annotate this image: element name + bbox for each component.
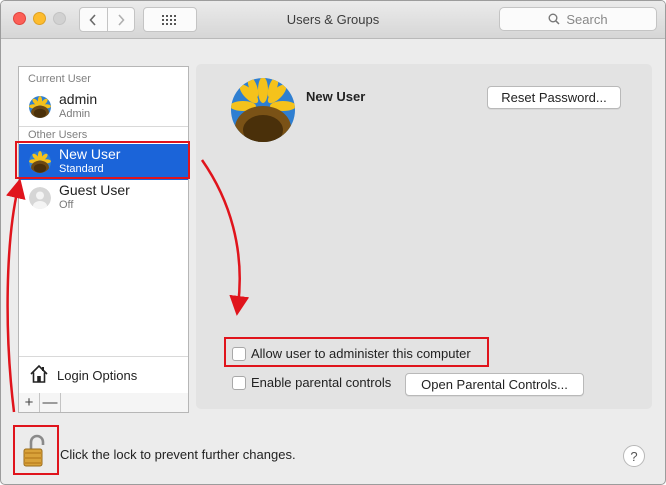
- add-user-button[interactable]: +: [19, 393, 40, 412]
- login-options-label: Login Options: [57, 368, 138, 383]
- title-bar: Users & Groups Search: [1, 1, 665, 39]
- section-divider: [19, 126, 188, 127]
- search-placeholder: Search: [566, 11, 608, 27]
- user-name: admin: [59, 91, 98, 107]
- parental-controls-checkbox[interactable]: [232, 375, 246, 390]
- allow-admin-label: Allow user to administer this computer: [251, 346, 471, 361]
- login-options-item[interactable]: Login Options: [19, 357, 188, 393]
- search-field[interactable]: Search: [499, 7, 657, 31]
- user-name: New User: [59, 146, 121, 162]
- add-remove-bar: + —: [18, 393, 189, 413]
- sunflower-avatar: [29, 151, 51, 173]
- users-list: Current User admin Admin Other Users New…: [18, 66, 189, 395]
- user-role: Admin: [59, 108, 91, 120]
- reset-password-button[interactable]: Reset Password...: [487, 86, 621, 109]
- user-row-admin[interactable]: admin Admin: [19, 89, 188, 125]
- other-users-label: Other Users: [28, 129, 88, 141]
- help-button[interactable]: ?: [623, 445, 645, 467]
- user-row-guest[interactable]: Guest User Off: [19, 180, 188, 216]
- user-role: Standard: [59, 163, 104, 175]
- allow-admin-row[interactable]: Allow user to administer this computer: [232, 346, 471, 361]
- open-parental-controls-button[interactable]: Open Parental Controls...: [405, 373, 584, 396]
- sunflower-avatar: [29, 96, 51, 118]
- user-row-new-user[interactable]: New User Standard: [19, 144, 188, 180]
- search-icon: [548, 13, 560, 25]
- allow-admin-checkbox[interactable]: [232, 346, 246, 361]
- generic-user-avatar: [29, 187, 51, 209]
- parental-controls-row[interactable]: Enable parental controls: [232, 375, 391, 390]
- user-detail-panel: New User Reset Password... Allow user to…: [196, 64, 652, 409]
- unlocked-padlock-icon: [23, 434, 45, 467]
- lock-message: Click the lock to prevent further change…: [60, 447, 296, 462]
- house-icon: [29, 364, 49, 387]
- user-role: Off: [59, 199, 74, 211]
- user-name: Guest User: [59, 182, 130, 198]
- parental-controls-label: Enable parental controls: [251, 375, 392, 390]
- selected-user-name: New User: [306, 89, 366, 104]
- current-user-label: Current User: [28, 73, 91, 85]
- remove-user-button[interactable]: —: [40, 393, 61, 412]
- lock-button[interactable]: [23, 434, 45, 471]
- user-picture[interactable]: [231, 78, 295, 142]
